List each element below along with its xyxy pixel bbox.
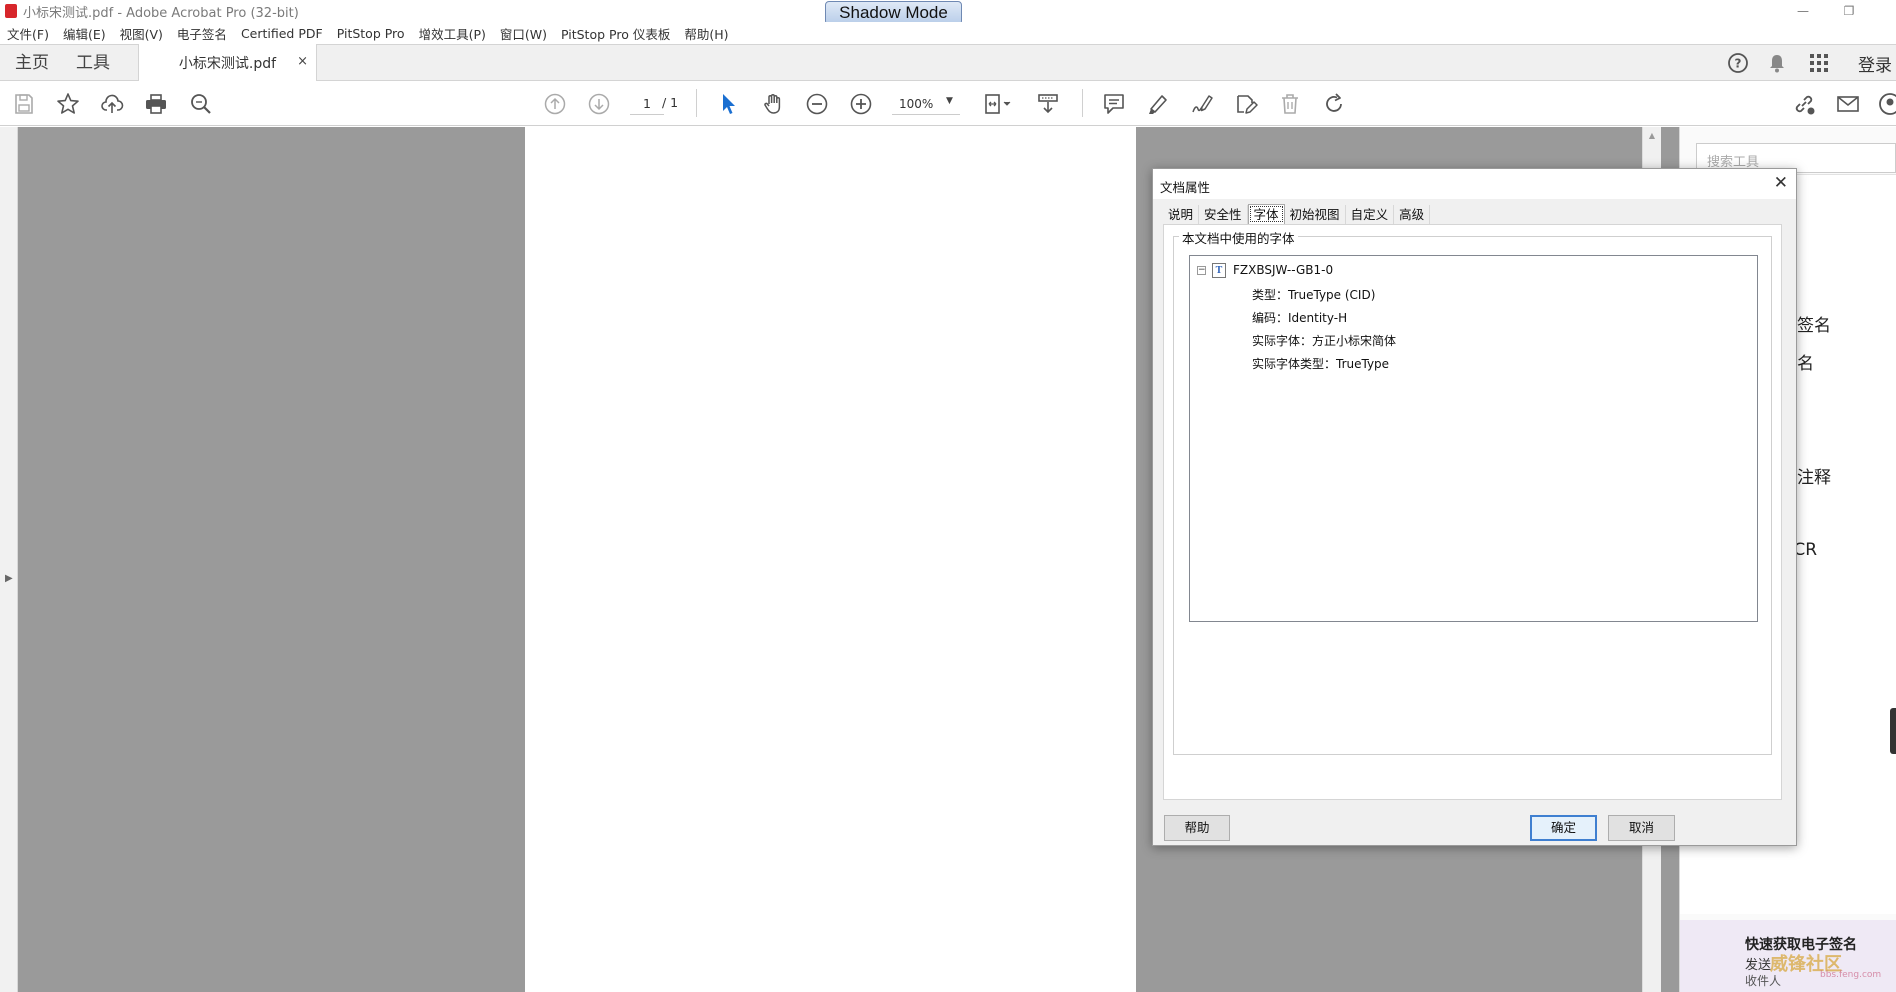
menu-edit[interactable]: 编辑(E) xyxy=(63,24,106,43)
prev-page-icon[interactable] xyxy=(541,90,569,118)
bookmark-star-icon[interactable] xyxy=(54,90,82,118)
close-tab-icon[interactable]: × xyxy=(297,54,308,69)
fonts-group: 本文档中使用的字体 − T FZXBSJW--GB1-0 类型：TrueType… xyxy=(1173,228,1772,755)
pdf-page[interactable] xyxy=(525,127,1136,992)
expand-pane-icon[interactable]: ▶ xyxy=(5,573,13,584)
collapse-toggle-icon[interactable]: − xyxy=(1197,266,1206,275)
rotate-icon[interactable] xyxy=(1320,90,1348,118)
svg-text:?: ? xyxy=(1735,57,1742,71)
tab-custom[interactable]: 自定义 xyxy=(1345,205,1395,224)
font-tree[interactable]: − T FZXBSJW--GB1-0 类型：TrueType (CID) 编码：… xyxy=(1189,255,1758,622)
menu-bar: 文件(F) 编辑(E) 视图(V) 电子签名 Certified PDF Pit… xyxy=(0,22,1896,44)
next-page-icon[interactable] xyxy=(585,90,613,118)
font-name[interactable]: FZXBSJW--GB1-0 xyxy=(1233,263,1333,277)
zoom-in-icon[interactable] xyxy=(847,90,875,118)
toolbar-divider xyxy=(696,89,697,117)
tab-fonts[interactable]: 字体 xyxy=(1247,204,1285,224)
tab-home[interactable]: 主页 xyxy=(15,45,49,81)
fonts-tab-panel: 本文档中使用的字体 − T FZXBSJW--GB1-0 类型：TrueType… xyxy=(1163,224,1782,800)
menu-pitstop-pro[interactable]: PitStop Pro xyxy=(337,26,405,41)
scroll-mode-icon[interactable] xyxy=(1034,90,1062,118)
hand-icon[interactable] xyxy=(759,90,787,118)
fit-page-icon[interactable] xyxy=(981,90,1015,118)
menu-certified-pdf[interactable]: Certified PDF xyxy=(241,26,323,41)
actual-font: 实际字体：方正小标宋简体 xyxy=(1252,334,1397,348)
actual-font-type: 实际字体类型：TrueType xyxy=(1252,357,1390,371)
login-link[interactable]: 登录 xyxy=(1858,51,1892,76)
bell-icon[interactable] xyxy=(1764,51,1790,75)
close-icon[interactable]: ✕ xyxy=(1774,173,1788,193)
menu-help[interactable]: 帮助(H) xyxy=(684,24,728,43)
sign-icon[interactable] xyxy=(1188,90,1216,118)
save-icon[interactable] xyxy=(10,90,38,118)
delete-icon[interactable] xyxy=(1276,90,1304,118)
account-icon[interactable] xyxy=(1878,90,1896,118)
tab-description[interactable]: 说明 xyxy=(1163,205,1200,224)
tab-initial-view[interactable]: 初始视图 xyxy=(1284,205,1346,224)
tab-tools[interactable]: 工具 xyxy=(76,45,110,81)
fonts-group-label: 本文档中使用的字体 xyxy=(1179,228,1298,247)
scroll-up-icon[interactable]: ▲ xyxy=(1647,131,1657,141)
panel-collapse-handle[interactable] xyxy=(1890,708,1896,754)
edit-icon[interactable] xyxy=(1232,90,1260,118)
left-navigation-pane: ▶ xyxy=(0,127,18,992)
menu-window[interactable]: 窗口(W) xyxy=(500,24,547,43)
menu-esign[interactable]: 电子签名 xyxy=(177,24,227,43)
promo-text: 发送 xyxy=(1745,958,1772,973)
restore-button[interactable]: ❐ xyxy=(1826,0,1872,22)
toolbar: / 1 100% ▼ xyxy=(0,81,1896,126)
tab-bar: 主页 工具 小标宋测试.pdf × ? 登录 xyxy=(0,44,1896,82)
window-title: 小标宋测试.pdf - Adobe Acrobat Pro (32-bit) xyxy=(23,5,299,21)
dialog-titlebar: 文档属性 ✕ xyxy=(1153,169,1796,199)
help-icon[interactable]: ? xyxy=(1725,51,1751,75)
cancel-button[interactable]: 取消 xyxy=(1608,815,1675,841)
find-icon[interactable] xyxy=(187,90,215,118)
dialog-tabs: 说明 安全性 字体 初始视图 自定义 高级 xyxy=(1163,204,1431,224)
font-type: 类型：TrueType (CID) xyxy=(1252,288,1376,302)
font-icon-letter: T xyxy=(1215,265,1223,276)
tab-document[interactable]: 小标宋测试.pdf × xyxy=(138,44,317,82)
esign-promo[interactable]: 快速获取电子签名 发送 收件人 威锋社区 bbs.feng.com xyxy=(1680,920,1896,992)
page-number-input[interactable] xyxy=(630,93,664,115)
tab-advanced[interactable]: 高级 xyxy=(1394,205,1431,224)
tab-security[interactable]: 安全性 xyxy=(1199,205,1248,224)
toolbar-divider xyxy=(1082,89,1083,117)
document-properties-dialog: 文档属性 ✕ 说明 安全性 字体 初始视图 自定义 高级 本文档中使用的字体 −… xyxy=(1152,168,1797,846)
highlight-icon[interactable] xyxy=(1144,90,1172,118)
menu-view[interactable]: 视图(V) xyxy=(120,24,163,43)
menu-pitstop-dashboard[interactable]: PitStop Pro 仪表板 xyxy=(561,24,670,43)
dialog-title: 文档属性 xyxy=(1160,180,1211,195)
upload-cloud-icon[interactable] xyxy=(98,90,126,118)
print-icon[interactable] xyxy=(142,90,170,118)
email-icon[interactable] xyxy=(1834,90,1862,118)
comment-icon[interactable] xyxy=(1100,90,1128,118)
truetype-font-icon: T xyxy=(1212,263,1226,278)
select-arrow-icon[interactable] xyxy=(715,90,743,118)
menu-file[interactable]: 文件(F) xyxy=(7,24,49,43)
page-total: / 1 xyxy=(662,95,679,110)
document-tab-label: 小标宋测试.pdf xyxy=(178,56,277,72)
watermark-url: bbs.feng.com xyxy=(1820,970,1882,980)
help-button[interactable]: 帮助 xyxy=(1164,815,1230,841)
zoom-out-icon[interactable] xyxy=(803,90,831,118)
link-icon[interactable] xyxy=(1790,90,1818,118)
acrobat-logo-icon xyxy=(5,4,17,18)
font-encoding: 编码：Identity-H xyxy=(1252,311,1348,325)
ok-button[interactable]: 确定 xyxy=(1530,815,1597,841)
apps-grid-icon[interactable] xyxy=(1806,51,1832,75)
minimize-button[interactable]: — xyxy=(1780,0,1826,22)
menu-plugins[interactable]: 增效工具(P) xyxy=(419,24,486,43)
chevron-down-icon[interactable]: ▼ xyxy=(946,96,953,106)
